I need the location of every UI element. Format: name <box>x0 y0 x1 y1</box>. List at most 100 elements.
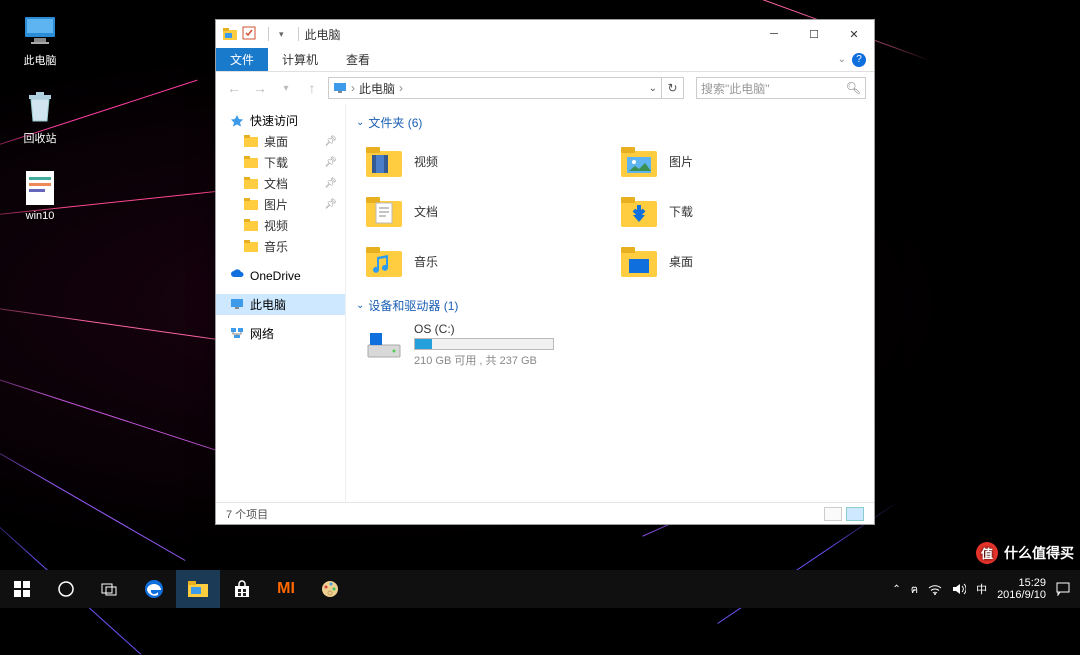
nav-network[interactable]: 网络 <box>216 323 345 344</box>
watermark: 值 什么值得买 <box>976 542 1074 564</box>
maximize-button[interactable]: ☐ <box>794 20 834 48</box>
recent-dropdown[interactable]: ▾ <box>276 78 296 98</box>
breadcrumb[interactable]: › 此电脑 › ⌄ <box>328 77 662 99</box>
notifications-button[interactable] <box>1056 582 1070 596</box>
folder-videos[interactable]: 视频 <box>364 139 609 183</box>
taskbar-store[interactable] <box>220 570 264 608</box>
forward-button[interactable]: → <box>250 78 270 98</box>
pictures-folder-icon <box>619 141 659 181</box>
nav-quick-access[interactable]: 快速访问 <box>216 110 345 131</box>
search-icon: 🔍︎ <box>846 81 861 95</box>
folder-icon <box>244 198 258 212</box>
folder-documents[interactable]: 文档 <box>364 189 609 233</box>
watermark-badge: 值 <box>976 542 998 564</box>
status-bar: 7 个项目 <box>216 502 874 524</box>
group-devices[interactable]: ⌄设备和驱动器 (1) <box>356 297 864 314</box>
desktop-folder-icon <box>619 241 659 281</box>
address-dropdown-icon[interactable]: ⌄ <box>649 83 657 94</box>
content-pane: ⌄文件夹 (6) 视频 图片 文档 <box>346 104 874 502</box>
window-title: 此电脑 <box>305 26 341 43</box>
nav-desktop[interactable]: 桌面📌︎ <box>216 131 345 152</box>
desktop-icon-this-pc[interactable]: 此电脑 <box>10 12 70 68</box>
close-button[interactable]: ✕ <box>834 20 874 48</box>
ribbon: 文件 计算机 查看 ⌄ ? <box>216 48 874 72</box>
folder-icon <box>244 135 258 149</box>
view-tiles-button[interactable] <box>846 507 864 521</box>
star-icon <box>230 114 244 128</box>
minimize-button[interactable]: ─ <box>754 20 794 48</box>
refresh-button[interactable]: ↻ <box>662 77 684 99</box>
address-bar: ← → ▾ ↑ › 此电脑 › ⌄ ↻ 搜索"此电脑" 🔍︎ <box>216 72 874 104</box>
taskbar-edge[interactable] <box>132 570 176 608</box>
chevron-down-icon: ⌄ <box>356 300 364 311</box>
nav-onedrive[interactable]: OneDrive <box>216 265 345 286</box>
ribbon-expand-icon[interactable]: ⌄ <box>838 54 846 65</box>
folder-music[interactable]: 音乐 <box>364 239 609 283</box>
help-button[interactable]: ? <box>852 53 866 67</box>
nav-pictures[interactable]: 图片📌︎ <box>216 194 345 215</box>
drive-usage-bar <box>414 338 554 350</box>
search-input[interactable]: 搜索"此电脑" 🔍︎ <box>696 77 866 99</box>
music-folder-icon <box>364 241 404 281</box>
volume-icon[interactable] <box>952 583 966 595</box>
folder-pictures[interactable]: 图片 <box>619 139 864 183</box>
desktop-icon-recycle-bin[interactable]: 回收站 <box>10 90 70 146</box>
tab-file[interactable]: 文件 <box>216 48 268 71</box>
view-details-button[interactable] <box>824 507 842 521</box>
explorer-icon <box>222 26 238 42</box>
taskbar-paint[interactable] <box>308 570 352 608</box>
folder-desktop[interactable]: 桌面 <box>619 239 864 283</box>
taskbar-explorer[interactable] <box>176 570 220 608</box>
recycle-bin-icon <box>22 90 58 126</box>
navigation-pane: 快速访问 桌面📌︎ 下载📌︎ 文档📌︎ 图片📌︎ 视频 音乐 OneDrive … <box>216 104 346 502</box>
pin-icon: 📌︎ <box>324 157 337 168</box>
titlebar[interactable]: ▾ 此电脑 ─ ☐ ✕ <box>216 20 874 48</box>
group-folders[interactable]: ⌄文件夹 (6) <box>356 114 864 131</box>
nav-this-pc[interactable]: 此电脑 <box>216 294 345 315</box>
file-icon <box>22 170 58 206</box>
clock[interactable]: 15:29 2016/9/10 <box>997 577 1046 601</box>
drive-icon <box>364 325 404 365</box>
folder-icon <box>244 156 258 170</box>
nav-downloads[interactable]: 下载📌︎ <box>216 152 345 173</box>
ime-indicator[interactable]: 中 <box>976 581 987 597</box>
qat-dropdown-icon[interactable]: ▾ <box>279 29 284 40</box>
drive-c[interactable]: OS (C:) 210 GB 可用 , 共 237 GB <box>364 322 864 368</box>
tray-expand-icon[interactable]: ⌃ <box>892 584 900 595</box>
properties-icon[interactable] <box>242 26 258 42</box>
nav-videos[interactable]: 视频 <box>216 215 345 236</box>
folder-icon <box>244 177 258 191</box>
pin-icon: 📌︎ <box>324 199 337 210</box>
back-button[interactable]: ← <box>224 78 244 98</box>
up-button[interactable]: ↑ <box>302 78 322 98</box>
wifi-icon[interactable] <box>928 583 942 595</box>
cloud-icon <box>230 269 244 283</box>
task-view-button[interactable] <box>88 570 132 608</box>
folder-icon <box>244 240 258 254</box>
videos-folder-icon <box>364 141 404 181</box>
chevron-down-icon: ⌄ <box>356 117 364 128</box>
folder-downloads[interactable]: 下载 <box>619 189 864 233</box>
item-count: 7 个项目 <box>226 506 268 522</box>
quick-access-toolbar: ▾ <box>222 26 292 42</box>
taskbar: MI ⌃ ฅ 中 15:29 2016/9/10 <box>0 570 1080 608</box>
mi-tray-icon[interactable]: ฅ <box>911 580 918 598</box>
pin-icon: 📌︎ <box>324 178 337 189</box>
network-icon <box>230 327 244 341</box>
cortana-button[interactable] <box>44 570 88 608</box>
taskbar-mi[interactable]: MI <box>264 570 308 608</box>
nav-music[interactable]: 音乐 <box>216 236 345 257</box>
file-explorer-window: ▾ 此电脑 ─ ☐ ✕ 文件 计算机 查看 ⌄ ? ← → ▾ ↑ <box>215 19 875 525</box>
nav-documents[interactable]: 文档📌︎ <box>216 173 345 194</box>
tab-view[interactable]: 查看 <box>332 48 384 71</box>
computer-icon <box>230 298 244 312</box>
documents-folder-icon <box>364 191 404 231</box>
computer-icon <box>22 12 58 48</box>
pin-icon: 📌︎ <box>324 136 337 147</box>
desktop-icon-win10[interactable]: win10 <box>10 170 70 222</box>
desktop[interactable]: 此电脑 回收站 win10 ▾ 此电脑 ─ ☐ ✕ 文件 <box>0 0 1080 608</box>
tab-computer[interactable]: 计算机 <box>268 48 332 71</box>
start-button[interactable] <box>0 570 44 608</box>
downloads-folder-icon <box>619 191 659 231</box>
computer-small-icon <box>333 82 347 94</box>
